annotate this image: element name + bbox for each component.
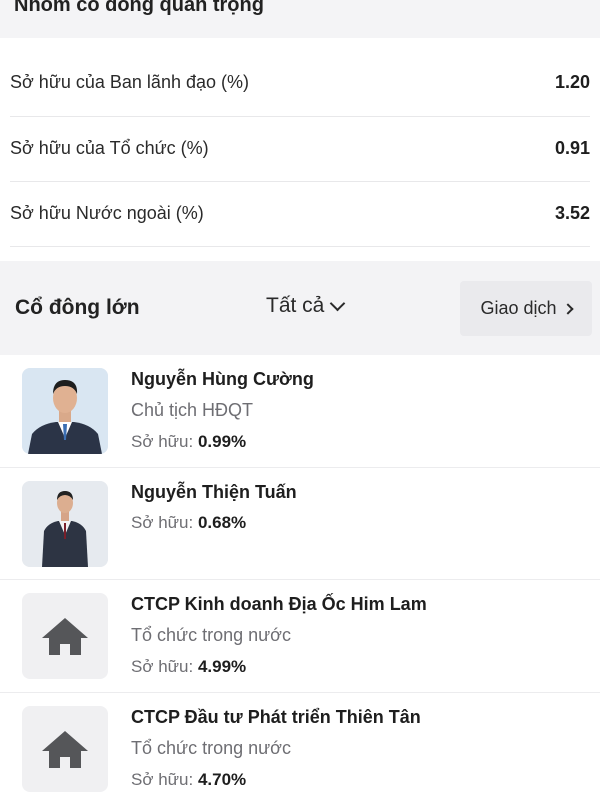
metric-row-management: Sở hữu của Ban lãnh đạo (%) 1.20 bbox=[10, 50, 590, 115]
holder-item[interactable]: CTCP Đầu tư Phát triển Thiên Tân Tổ chức… bbox=[0, 693, 600, 800]
share-prefix: Sở hữu: bbox=[131, 657, 194, 676]
holder-name: Nguyễn Hùng Cường bbox=[131, 369, 314, 389]
holder-share: Sở hữu: 4.99% bbox=[131, 657, 246, 677]
filter-dropdown[interactable]: Tất cả bbox=[266, 294, 346, 318]
divider bbox=[10, 246, 590, 247]
holder-name: CTCP Đầu tư Phát triển Thiên Tân bbox=[131, 707, 421, 727]
holder-item[interactable]: Nguyễn Thiện Tuấn Sở hữu: 0.68% bbox=[0, 468, 600, 580]
house-icon bbox=[22, 593, 108, 679]
holder-item[interactable]: CTCP Kinh doanh Địa Ốc Him Lam Tổ chức t… bbox=[0, 580, 600, 693]
holder-share: Sở hữu: 0.68% bbox=[131, 513, 246, 533]
holder-item[interactable]: Nguyễn Hùng Cường Chủ tịch HĐQT Sở hữu: … bbox=[0, 355, 600, 468]
metric-value: 3.52 bbox=[554, 203, 590, 223]
metric-label: Sở hữu của Tổ chức (%) bbox=[10, 138, 209, 158]
share-prefix: Sở hữu: bbox=[131, 432, 194, 451]
share-value: 4.70% bbox=[197, 770, 247, 789]
metric-row-foreign: Sở hữu Nước ngoài (%) 3.52 bbox=[10, 181, 590, 246]
holder-role: Chủ tịch HĐQT bbox=[131, 400, 254, 420]
holder-share: Sở hữu: 0.99% bbox=[131, 432, 246, 452]
holder-type: Tổ chức trong nước bbox=[131, 738, 291, 758]
metric-label: Sở hữu của Ban lãnh đạo (%) bbox=[10, 72, 249, 92]
chevron-down-icon bbox=[330, 295, 346, 311]
share-value: 4.99% bbox=[197, 657, 247, 676]
metric-value: 1.20 bbox=[554, 72, 590, 92]
share-value: 0.99% bbox=[197, 432, 247, 451]
metric-value: 0.91 bbox=[554, 138, 590, 158]
holder-share: Sở hữu: 4.70% bbox=[131, 770, 246, 790]
person-photo-icon bbox=[22, 481, 108, 567]
person-photo-icon bbox=[22, 368, 108, 454]
holder-type: Tổ chức trong nước bbox=[131, 625, 291, 645]
share-prefix: Sở hữu: bbox=[131, 770, 194, 789]
metric-row-institution: Sở hữu của Tổ chức (%) 0.91 bbox=[10, 116, 590, 181]
holder-name: CTCP Kinh doanh Địa Ốc Him Lam bbox=[131, 594, 427, 614]
major-holders-title: Cổ đông lớn bbox=[15, 296, 140, 319]
share-prefix: Sở hữu: bbox=[131, 513, 194, 532]
trade-button[interactable]: Giao dịch bbox=[460, 281, 592, 336]
holder-name: Nguyễn Thiện Tuấn bbox=[131, 482, 297, 502]
share-value: 0.68% bbox=[197, 513, 247, 532]
section-title: Nhóm cổ đông quan trọng bbox=[14, 0, 264, 16]
filter-label: Tất cả bbox=[266, 294, 325, 317]
chevron-right-icon bbox=[561, 302, 574, 315]
trade-label: Giao dịch bbox=[480, 298, 557, 318]
house-icon bbox=[22, 706, 108, 792]
metric-label: Sở hữu Nước ngoài (%) bbox=[10, 203, 204, 223]
